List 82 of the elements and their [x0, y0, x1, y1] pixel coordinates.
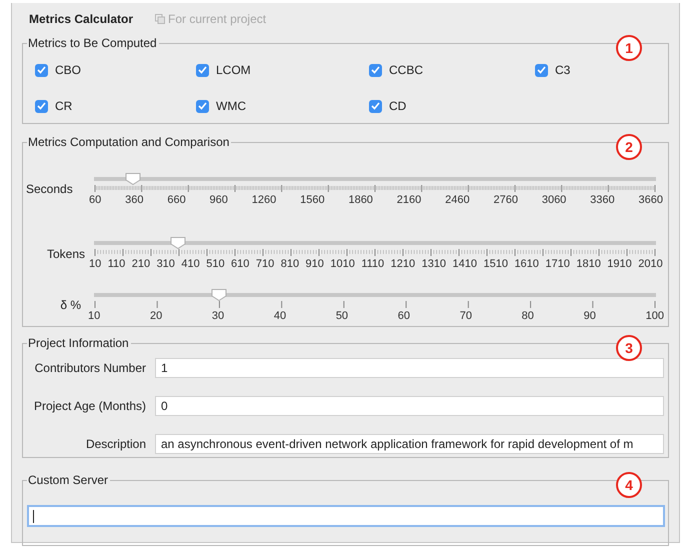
checkbox[interactable]	[35, 64, 48, 76]
group-title: Metrics Computation and Comparison	[27, 135, 232, 149]
tick-label: 910	[306, 258, 324, 270]
tick-label: 1610	[514, 258, 539, 270]
checkbox[interactable]	[35, 100, 48, 112]
tick-label: 60	[398, 310, 410, 322]
group-title: Custom Server	[27, 473, 110, 487]
tick-label: 1510	[483, 258, 508, 270]
tick-label: 410	[181, 258, 200, 270]
checkbox-label: CR	[55, 99, 72, 113]
tick-label: 1260	[252, 194, 276, 206]
field-label: Project Age (Months)	[32, 399, 146, 413]
tick-label: 50	[336, 310, 348, 322]
input-field[interactable]: 1	[155, 358, 664, 378]
slider-thumb[interactable]	[210, 289, 227, 301]
tick-label: 3060	[542, 194, 566, 206]
tick-label: 1560	[300, 194, 325, 206]
slider-thumb[interactable]	[170, 237, 186, 249]
tick-label: 10	[88, 310, 100, 322]
tick-label: 90	[584, 310, 596, 322]
tick-label: 1310	[422, 258, 446, 270]
tick-label: 1860	[348, 194, 373, 206]
tick-label: 60	[89, 194, 102, 206]
tick-label: 80	[522, 310, 534, 322]
slider-label: Seconds	[25, 182, 74, 196]
number-badge: 1	[616, 35, 642, 61]
tick-label: 3660	[638, 194, 663, 206]
tick-label: 3360	[590, 194, 615, 206]
slider-label: δ %	[59, 298, 82, 312]
tick-label: 100	[646, 310, 664, 322]
group-title: Metrics to Be Computed	[27, 36, 159, 50]
copy-icon	[155, 14, 166, 24]
input-field[interactable]: an asynchronous event-driven network application framework for rapid development of m	[155, 434, 664, 454]
checkbox-label: CBO	[55, 63, 82, 77]
tick-label: 710	[256, 258, 274, 270]
checkbox[interactable]	[535, 64, 548, 76]
input-field[interactable]: 0	[155, 396, 664, 416]
checkbox-label: CD	[389, 99, 406, 113]
checkbox[interactable]	[196, 100, 209, 112]
tick-label: 360	[125, 194, 144, 206]
tick-label: 310	[156, 258, 175, 270]
tick-label: 660	[167, 194, 186, 206]
tick-label: 2160	[396, 194, 422, 206]
tick-label: 1410	[452, 258, 478, 270]
tick-label: 1910	[607, 258, 632, 270]
tick-label: 1110	[361, 258, 384, 270]
tick-label: 2460	[445, 194, 470, 206]
number-badge: 2	[616, 134, 642, 160]
tick-label: 810	[280, 258, 300, 270]
tick-label: 610	[231, 258, 250, 270]
text-cursor	[33, 510, 34, 523]
slider-label: Tokens	[46, 247, 86, 261]
group-title: Project Information	[27, 336, 131, 350]
tick-label: 1710	[545, 258, 570, 270]
checkbox[interactable]	[369, 64, 382, 76]
number-badge: 4	[616, 472, 642, 498]
checkbox-label: CCBC	[389, 63, 424, 77]
panel-title: Metrics Calculator	[29, 12, 134, 26]
tick-label: 960	[210, 194, 228, 206]
tick-label: 2760	[493, 194, 518, 206]
checkbox-label: LCOM	[216, 63, 251, 77]
tick-label: 10	[89, 258, 102, 270]
tick-label: 30	[212, 310, 224, 322]
tick-label: 70	[460, 310, 472, 322]
server-field[interactable]	[27, 505, 665, 527]
tick-label: 2010	[638, 258, 663, 270]
checkbox-label: C3	[555, 63, 570, 77]
checkbox[interactable]	[369, 100, 382, 112]
slider-thumb[interactable]	[125, 173, 142, 185]
tick-label: 510	[206, 258, 225, 270]
tick-label: 1010	[330, 258, 355, 270]
field-label: Contributors Number	[34, 361, 146, 375]
tick-label: 40	[274, 310, 286, 322]
tick-label: 20	[150, 310, 162, 322]
tick-label: 1210	[390, 258, 416, 270]
tick-label: 110	[108, 258, 126, 270]
scope-label: For current project	[168, 12, 266, 26]
checkbox[interactable]	[196, 64, 209, 76]
checkbox-label: WMC	[216, 99, 246, 113]
tick-label: 210	[132, 258, 150, 270]
field-label: Description	[84, 437, 146, 451]
tick-label: 1810	[576, 258, 601, 270]
